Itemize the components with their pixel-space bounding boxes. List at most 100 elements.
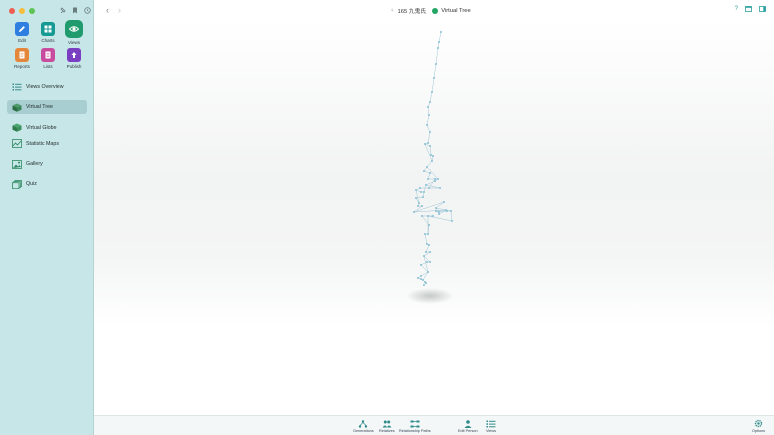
new-window-icon[interactable] xyxy=(745,6,752,14)
charts-button[interactable]: Charts xyxy=(36,22,60,45)
reports-button[interactable]: Reports xyxy=(10,48,34,69)
history-icon[interactable] xyxy=(84,7,91,14)
tree-person-node[interactable] xyxy=(429,251,431,253)
sidebar-item-statistic-maps[interactable]: Statistic Maps xyxy=(7,137,87,151)
tree-person-node[interactable] xyxy=(421,205,423,207)
tree-person-node[interactable] xyxy=(427,178,429,180)
tree-person-node[interactable] xyxy=(415,197,417,199)
sidebar-item-quiz[interactable]: Quiz xyxy=(7,177,87,191)
tree-person-node[interactable] xyxy=(419,187,421,189)
tree-person-node[interactable] xyxy=(433,77,435,79)
tree-person-node[interactable] xyxy=(428,244,430,246)
tree-person-node[interactable] xyxy=(420,191,422,193)
tree-person-node[interactable] xyxy=(426,166,428,168)
generations-button[interactable]: Generations xyxy=(353,419,374,433)
sidebar-toggle-icon[interactable] xyxy=(759,6,766,14)
tree-person-node[interactable] xyxy=(423,191,425,193)
tree-person-node[interactable] xyxy=(427,106,429,108)
views-button[interactable]: Views xyxy=(62,20,86,45)
tree-person-node[interactable] xyxy=(422,196,424,198)
relatives-button[interactable]: Relatives xyxy=(379,419,395,433)
sidebar-item-virtual-tree[interactable]: Virtual Tree xyxy=(7,100,87,115)
tree-person-node[interactable] xyxy=(420,264,422,266)
tree-person-node[interactable] xyxy=(415,189,417,191)
tree-person-node[interactable] xyxy=(425,251,427,253)
tree-person-node[interactable] xyxy=(431,91,433,93)
tree-person-node[interactable] xyxy=(429,131,431,133)
lists-button[interactable]: Lists xyxy=(36,48,60,69)
tree-person-node[interactable] xyxy=(438,41,440,43)
tree-person-node[interactable] xyxy=(430,154,432,156)
tree-person-node[interactable] xyxy=(422,279,424,281)
tree-person-node[interactable] xyxy=(426,261,428,263)
tree-person-node[interactable] xyxy=(420,275,422,277)
tree-person-node[interactable] xyxy=(435,63,437,65)
tree-person-node[interactable] xyxy=(429,101,431,103)
views-toolbar-button[interactable]: Views xyxy=(486,419,496,433)
tree-person-node[interactable] xyxy=(437,47,439,49)
tree-person-node[interactable] xyxy=(423,170,425,172)
tree-person-node[interactable] xyxy=(432,215,434,217)
tree-person-node[interactable] xyxy=(427,215,429,217)
sidebar-item-virtual-globe[interactable]: Virtual Globe xyxy=(7,121,87,135)
tree-person-node[interactable] xyxy=(439,187,441,189)
tree-person-node[interactable] xyxy=(421,215,423,217)
virtual-tree-graphic[interactable] xyxy=(94,20,774,415)
tree-person-node[interactable] xyxy=(435,210,437,212)
bookmark-icon[interactable] xyxy=(72,7,78,14)
tree-person-node[interactable] xyxy=(424,233,426,235)
virtual-tree-canvas[interactable] xyxy=(94,20,774,415)
tree-person-node[interactable] xyxy=(423,255,425,257)
sidebar-item-views-overview[interactable]: Views Overview xyxy=(7,80,87,94)
tree-person-node[interactable] xyxy=(417,277,419,279)
pin-icon[interactable] xyxy=(60,7,66,14)
tree-person-node[interactable] xyxy=(413,211,415,213)
tree-person-node[interactable] xyxy=(440,31,442,33)
tree-person-node[interactable] xyxy=(428,114,430,116)
tree-person-node[interactable] xyxy=(431,160,433,162)
tree-person-node[interactable] xyxy=(435,207,437,209)
tree-person-node[interactable] xyxy=(446,210,448,212)
tree-person-node[interactable] xyxy=(427,233,429,235)
tree-person-node[interactable] xyxy=(432,155,434,157)
tree-person-node[interactable] xyxy=(434,178,436,180)
tree-person-node[interactable] xyxy=(438,213,440,215)
tree-person-node[interactable] xyxy=(427,271,429,273)
tree-person-node[interactable] xyxy=(450,210,452,212)
relationship-paths-button[interactable]: Relationship Paths xyxy=(399,419,431,433)
tree-person-node[interactable] xyxy=(425,184,427,186)
tree-person-node[interactable] xyxy=(423,284,425,286)
active-person-selector[interactable]: ♀ 165 九鬼氏 xyxy=(390,6,426,16)
tree-person-node[interactable] xyxy=(425,282,427,284)
tree-person-node[interactable] xyxy=(426,243,428,245)
tree-person-node[interactable] xyxy=(437,178,439,180)
tree-person-node[interactable] xyxy=(424,143,426,145)
help-icon[interactable]: ? xyxy=(735,6,738,14)
forward-chevron-icon[interactable]: › xyxy=(118,5,121,15)
tree-person-node[interactable] xyxy=(451,220,453,222)
tree-person-node[interactable] xyxy=(428,187,430,189)
sidebar-item-gallery[interactable]: Gallery xyxy=(7,157,87,171)
tree-person-node[interactable] xyxy=(417,205,419,207)
tree-person-node[interactable] xyxy=(428,224,430,226)
tree-person-node[interactable] xyxy=(429,172,431,174)
tree-person-node[interactable] xyxy=(438,211,440,213)
zoom-window-button[interactable] xyxy=(29,8,35,14)
tree-person-node[interactable] xyxy=(427,142,429,144)
tree-person-node[interactable] xyxy=(429,145,431,147)
tree-person-node[interactable] xyxy=(426,124,428,126)
publish-button[interactable]: Publish xyxy=(62,48,86,69)
back-chevron-icon[interactable]: ‹ xyxy=(106,5,109,15)
relatives-icon xyxy=(382,419,392,428)
tree-person-node[interactable] xyxy=(418,202,420,204)
edit-person-button[interactable]: Edit Person xyxy=(458,419,478,433)
tree-person-node[interactable] xyxy=(443,201,445,203)
tree-person-node[interactable] xyxy=(434,180,436,182)
tree-person-node[interactable] xyxy=(429,261,431,263)
close-window-button[interactable] xyxy=(9,8,15,14)
publish-icon xyxy=(67,48,81,62)
edit-button[interactable]: Edit xyxy=(10,22,34,45)
options-button[interactable]: Options xyxy=(752,419,765,433)
minimize-window-button[interactable] xyxy=(19,8,25,14)
tree-person-node[interactable] xyxy=(420,278,422,280)
